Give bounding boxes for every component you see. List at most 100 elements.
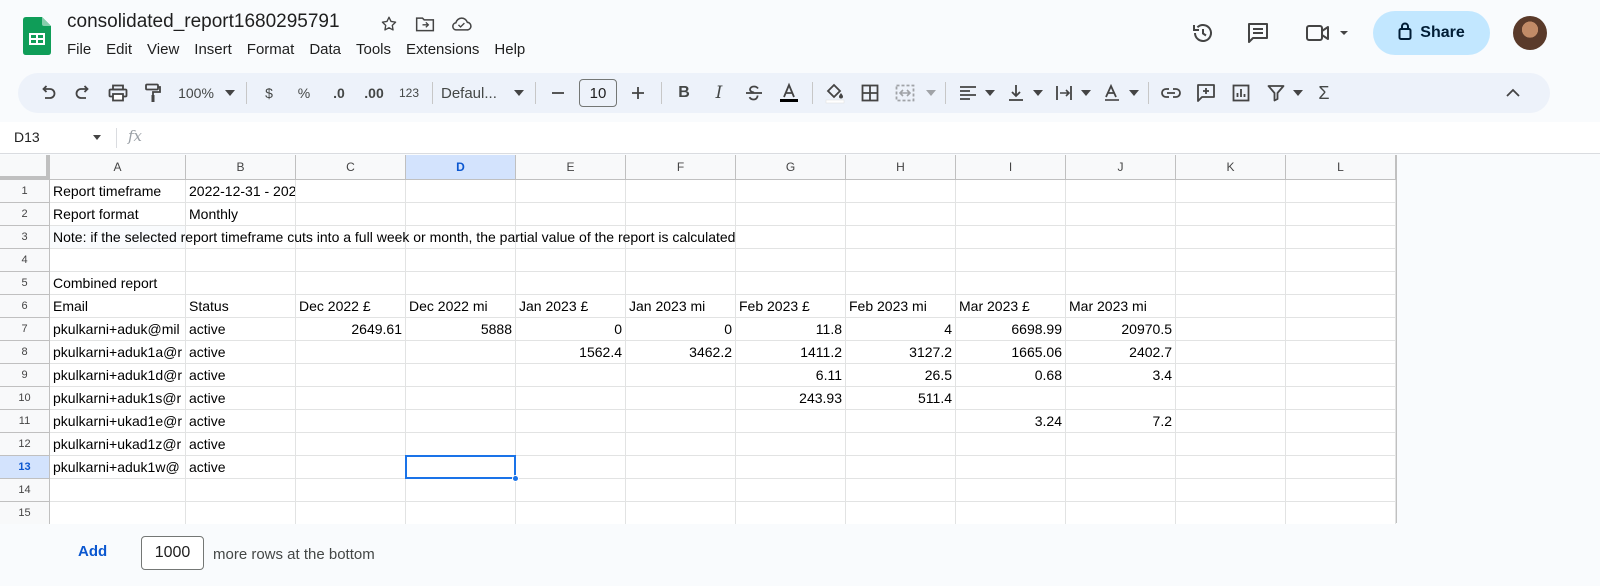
insert-link-icon[interactable]	[1157, 79, 1185, 107]
cell-g12[interactable]	[736, 433, 846, 456]
cell-a15[interactable]	[50, 502, 186, 525]
cell-h2[interactable]	[846, 203, 956, 226]
cell-g1[interactable]	[736, 180, 846, 203]
cell-b10[interactable]: active	[186, 387, 296, 410]
cell-g13[interactable]	[736, 456, 846, 479]
cell-i14[interactable]	[956, 479, 1066, 502]
cell-a12[interactable]: pkulkarni+ukad1z@r	[50, 433, 186, 456]
fill-handle[interactable]	[512, 475, 519, 482]
cell-l14[interactable]	[1286, 479, 1396, 502]
bold-button[interactable]: B	[670, 79, 698, 107]
cell-j4[interactable]	[1066, 249, 1176, 272]
cell-a13[interactable]: pkulkarni+aduk1w@	[50, 456, 186, 479]
cell-k8[interactable]	[1176, 341, 1286, 364]
cell-i6[interactable]: Mar 2023 £	[956, 295, 1066, 318]
cell-f11[interactable]	[626, 410, 736, 433]
cell-e12[interactable]	[516, 433, 626, 456]
cell-b5[interactable]	[186, 272, 296, 295]
cell-a1[interactable]: Report timeframe	[50, 180, 186, 203]
cell-c5[interactable]	[296, 272, 406, 295]
cell-b14[interactable]	[186, 479, 296, 502]
select-all-corner[interactable]	[0, 155, 50, 180]
chevron-down-icon[interactable]	[985, 79, 995, 107]
cell-g15[interactable]	[736, 502, 846, 525]
chevron-down-icon[interactable]	[1081, 79, 1091, 107]
add-rows-button[interactable]: Add	[78, 543, 107, 560]
cell-c14[interactable]	[296, 479, 406, 502]
cell-l8[interactable]	[1286, 341, 1396, 364]
filter-icon[interactable]	[1262, 79, 1290, 107]
font-family-select[interactable]: Defaul...	[441, 79, 505, 107]
cell-k10[interactable]	[1176, 387, 1286, 410]
cell-d11[interactable]	[406, 410, 516, 433]
cell-d6[interactable]: Dec 2022 mi	[406, 295, 516, 318]
percent-format-button[interactable]: %	[290, 79, 318, 107]
cell-h7[interactable]: 4	[846, 318, 956, 341]
cell-a8[interactable]: pkulkarni+aduk1a@r	[50, 341, 186, 364]
cell-l2[interactable]	[1286, 203, 1396, 226]
cell-g5[interactable]	[736, 272, 846, 295]
column-header-d[interactable]: D	[406, 155, 516, 180]
cell-e9[interactable]	[516, 364, 626, 387]
redo-icon[interactable]	[69, 79, 97, 107]
cell-i12[interactable]	[956, 433, 1066, 456]
cell-l11[interactable]	[1286, 410, 1396, 433]
cell-g9[interactable]: 6.11	[736, 364, 846, 387]
cell-i4[interactable]	[956, 249, 1066, 272]
undo-icon[interactable]	[34, 79, 62, 107]
row-header[interactable]: 7	[0, 318, 50, 341]
column-header-h[interactable]: H	[846, 155, 956, 180]
cell-c1[interactable]	[296, 180, 406, 203]
zoom-select[interactable]: 100%	[174, 79, 218, 107]
row-header[interactable]: 1	[0, 180, 50, 203]
cell-b9[interactable]: active	[186, 364, 296, 387]
cell-l13[interactable]	[1286, 456, 1396, 479]
cell-i13[interactable]	[956, 456, 1066, 479]
cell-i9[interactable]: 0.68	[956, 364, 1066, 387]
cell-e7[interactable]: 0	[516, 318, 626, 341]
column-header-f[interactable]: F	[626, 155, 736, 180]
column-header-j[interactable]: J	[1066, 155, 1176, 180]
cell-g14[interactable]	[736, 479, 846, 502]
cell-i8[interactable]: 1665.06	[956, 341, 1066, 364]
cell-e11[interactable]	[516, 410, 626, 433]
vertical-align-icon[interactable]	[1002, 79, 1030, 107]
cell-h11[interactable]	[846, 410, 956, 433]
cell-i11[interactable]: 3.24	[956, 410, 1066, 433]
column-header-l[interactable]: L	[1286, 155, 1396, 180]
cell-c15[interactable]	[296, 502, 406, 525]
cell-c7[interactable]: 2649.61	[296, 318, 406, 341]
collapse-toolbar-icon[interactable]	[1499, 79, 1527, 107]
cell-f7[interactable]: 0	[626, 318, 736, 341]
column-header-a[interactable]: A	[50, 155, 186, 180]
cell-l15[interactable]	[1286, 502, 1396, 525]
cell-l4[interactable]	[1286, 249, 1396, 272]
row-header[interactable]: 11	[0, 410, 50, 433]
cell-c13[interactable]	[296, 456, 406, 479]
cell-a9[interactable]: pkulkarni+aduk1d@r	[50, 364, 186, 387]
text-color-icon[interactable]	[775, 79, 803, 107]
currency-format-button[interactable]: $	[255, 79, 283, 107]
text-rotation-icon[interactable]	[1098, 79, 1126, 107]
cell-d5[interactable]	[406, 272, 516, 295]
row-header[interactable]: 15	[0, 502, 50, 525]
cell-h6[interactable]: Feb 2023 mi	[846, 295, 956, 318]
cell-e13[interactable]	[516, 456, 626, 479]
cell-j5[interactable]	[1066, 272, 1176, 295]
strikethrough-icon[interactable]	[740, 79, 768, 107]
cell-e4[interactable]	[516, 249, 626, 272]
cell-b12[interactable]: active	[186, 433, 296, 456]
cell-k2[interactable]	[1176, 203, 1286, 226]
cell-l12[interactable]	[1286, 433, 1396, 456]
cell-f4[interactable]	[626, 249, 736, 272]
cloud-saved-icon[interactable]	[450, 13, 472, 35]
cell-d4[interactable]	[406, 249, 516, 272]
borders-icon[interactable]	[856, 79, 884, 107]
cell-j2[interactable]	[1066, 203, 1176, 226]
menu-data[interactable]: Data	[309, 41, 341, 58]
cell-d7[interactable]: 5888	[406, 318, 516, 341]
rows-count-input[interactable]: 1000	[141, 536, 204, 570]
cell-j9[interactable]: 3.4	[1066, 364, 1176, 387]
name-box[interactable]: D13	[14, 129, 40, 145]
cell-j11[interactable]: 7.2	[1066, 410, 1176, 433]
